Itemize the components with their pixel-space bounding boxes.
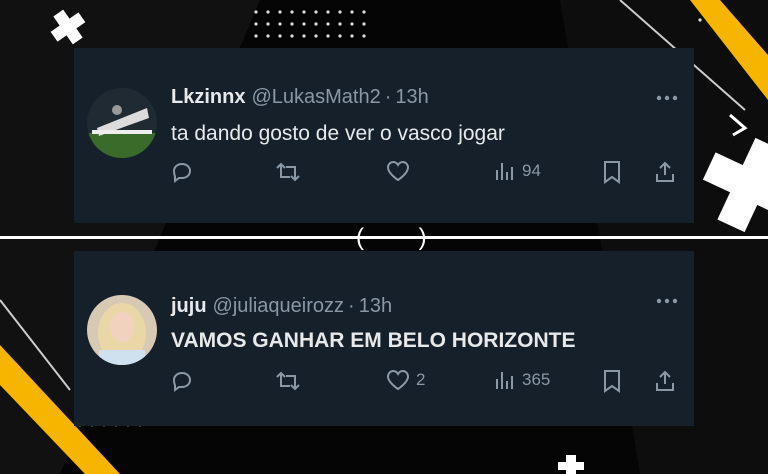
bookmark-button[interactable] — [602, 160, 622, 184]
view-count: 365 — [522, 370, 551, 389]
action-bar: 2 365 — [170, 369, 680, 397]
timestamp[interactable]: 13h — [395, 86, 428, 109]
action-bar: 94 — [170, 160, 680, 188]
share-icon — [656, 161, 674, 182]
retweet-button[interactable] — [275, 160, 301, 184]
user-handle[interactable]: @juliaqueirozz — [213, 295, 344, 318]
tweet-text: VAMOS GANHAR EM BELO HORIZONTE — [171, 329, 576, 352]
bookmark-icon — [604, 161, 620, 184]
tweet-header: juju @juliaqueirozz · 13h — [171, 295, 392, 318]
bookmark-icon — [604, 370, 620, 393]
views-icon — [496, 163, 513, 180]
retweet-icon — [276, 162, 300, 182]
tweet-card[interactable]: Lkzinnx @LukasMath2 · 13h ta dando gosto… — [74, 48, 694, 223]
separator-dot: · — [384, 86, 392, 108]
display-name[interactable]: Lkzinnx — [171, 86, 245, 109]
heart-icon — [386, 160, 410, 182]
share-button[interactable] — [654, 160, 676, 184]
more-icon[interactable] — [656, 88, 678, 106]
like-count: 2 — [416, 370, 426, 389]
avatar[interactable] — [87, 295, 157, 365]
retweet-icon — [276, 371, 300, 391]
reply-icon — [172, 371, 192, 392]
more-icon[interactable] — [656, 291, 678, 309]
tweet-text: ta dando gosto de ver o vasco jogar — [171, 122, 505, 145]
reply-button[interactable] — [170, 369, 194, 393]
like-button[interactable] — [386, 160, 416, 182]
separator-parentheses: ( ) — [356, 224, 451, 251]
like-button[interactable]: 2 — [386, 369, 425, 391]
separator-dot: · — [348, 295, 355, 317]
bookmark-button[interactable] — [602, 369, 622, 393]
reply-icon — [172, 162, 192, 183]
timestamp[interactable]: 13h — [359, 295, 392, 318]
views-button[interactable]: 365 — [494, 369, 550, 391]
tweet-card[interactable]: juju @juliaqueirozz · 13h VAMOS GANHAR E… — [74, 251, 694, 426]
avatar[interactable] — [87, 88, 157, 158]
views-icon — [496, 372, 513, 389]
share-button[interactable] — [654, 369, 676, 393]
view-count: 94 — [522, 161, 541, 180]
share-icon — [656, 370, 674, 391]
heart-icon — [386, 369, 410, 391]
views-button[interactable]: 94 — [494, 160, 541, 182]
reply-button[interactable] — [170, 160, 194, 184]
tweet-header: Lkzinnx @LukasMath2 · 13h — [171, 86, 429, 109]
user-handle[interactable]: @LukasMath2 — [251, 86, 380, 109]
display-name[interactable]: juju — [171, 295, 207, 318]
retweet-button[interactable] — [275, 369, 301, 393]
